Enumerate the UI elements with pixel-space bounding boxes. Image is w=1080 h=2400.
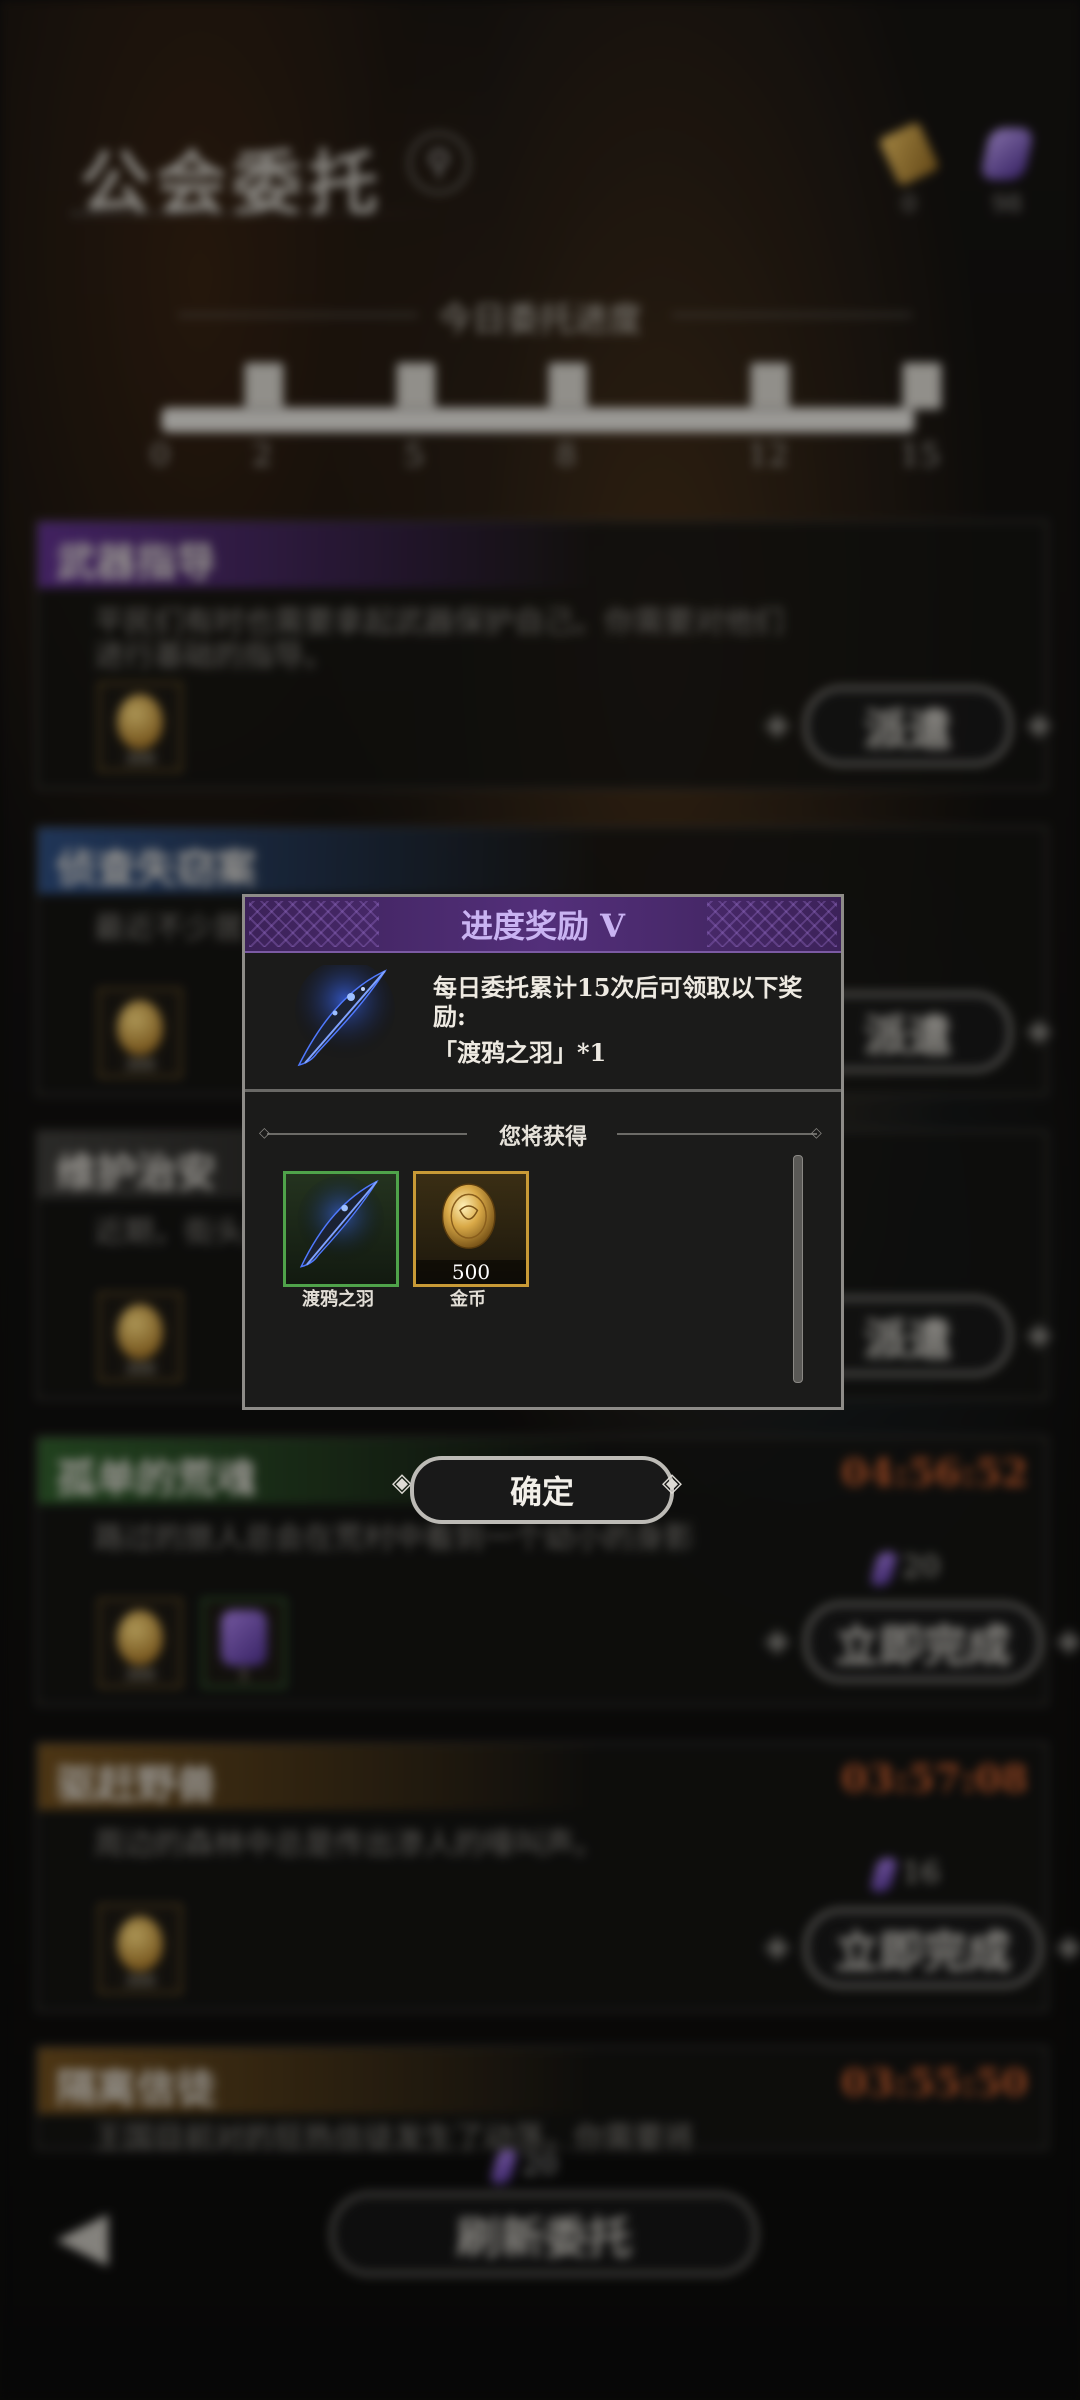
quest-card: 驱赶野兽 03:57:08 周边的森林中总是传出渗人的嚎叫声。 300 16 立… xyxy=(36,1742,1080,2012)
instant-complete-button[interactable]: 立即完成 xyxy=(764,1602,1080,1682)
quest-title: 侦查失窃案 xyxy=(56,845,256,892)
progress-tick: 12 xyxy=(747,436,789,474)
confirm-button[interactable]: 确定 xyxy=(410,1456,674,1524)
currency-crystal-value: 98 xyxy=(991,190,1023,218)
raven-feather-icon xyxy=(297,1175,385,1268)
dialog-item-line: 「渡鸦之羽」*1 xyxy=(433,1038,607,1067)
diamond-ornament-icon: ◈ xyxy=(392,1468,412,1498)
quest-description: 王国目前对的狂热信徒发生了动荡，你需要将 xyxy=(94,2121,694,2156)
reward-slot[interactable]: 300 xyxy=(98,682,182,772)
progress-bar xyxy=(162,408,914,432)
progress-chest-icon[interactable] xyxy=(750,362,790,410)
progress-tick: 5 xyxy=(403,436,425,474)
obtain-label: 您将获得 xyxy=(498,1124,587,1150)
progress-chest-icon[interactable] xyxy=(902,362,942,410)
progress-reward-dialog: 进度奖励 V 每日委托累计15次后可领取以下奖励: 「渡鸦之羽」*1 ◇ ◇ 您… xyxy=(242,894,844,1410)
quest-title: 维护治安 xyxy=(56,1149,216,1196)
currency-crystal: 98 xyxy=(972,128,1042,218)
quest-timer: 03:55:50 xyxy=(841,2060,1028,2105)
quest-title: 隔离信徒 xyxy=(56,2065,216,2112)
dialog-title: 进度奖励 V xyxy=(461,907,625,945)
gold-coin-icon xyxy=(117,1610,163,1666)
reward-slot[interactable]: 300 xyxy=(98,1904,182,1994)
reward-slot[interactable]: 300 xyxy=(98,988,182,1078)
refresh-quests-button[interactable]: 刷新委托 xyxy=(330,2192,758,2276)
purple-crystal-icon xyxy=(869,1552,899,1586)
gold-coin-icon xyxy=(441,1183,496,1249)
quest-description: 周边的森林中总是传出渗人的嚎叫声。 xyxy=(94,1827,604,1862)
dialog-description: 每日委托累计15次后可领取以下奖励: xyxy=(433,973,803,1031)
currency-scroll-value: 0 xyxy=(901,190,917,218)
purple-crystal-icon xyxy=(221,1610,267,1666)
progress-tick: 0 xyxy=(149,436,171,474)
instant-cost: 16 xyxy=(869,1856,940,1892)
purple-crystal-icon xyxy=(869,1858,899,1892)
quest-description: 路过的旅人总会在荒村中看到一个幼小的身影 xyxy=(94,1521,694,1556)
currency-scroll: 0 xyxy=(874,121,944,218)
purple-crystal-icon xyxy=(489,2149,519,2184)
dialog-header: 进度奖励 V xyxy=(245,897,841,953)
gold-coin-icon xyxy=(117,694,163,750)
quest-card: 隔离信徒 03:55:50 王国目前对的狂热信徒发生了动荡，你需要将 xyxy=(36,2046,1048,2156)
gold-coin-icon xyxy=(117,1916,163,1972)
scroll-ticket-icon xyxy=(878,121,940,187)
progress-chest-icon[interactable] xyxy=(548,362,588,410)
gold-coin-icon xyxy=(117,1000,163,1056)
gold-coin-icon xyxy=(117,1304,163,1360)
raven-feather-icon xyxy=(295,965,395,1067)
instant-cost: 20 xyxy=(869,1550,940,1586)
back-arrow-icon[interactable]: ◀ xyxy=(56,2196,108,2275)
reward-slot[interactable]: 300 xyxy=(98,1292,182,1382)
reward-item-amount: 500 xyxy=(416,1260,526,1284)
reward-item-name: 渡鸦之羽 xyxy=(302,1289,374,1310)
dispatch-button[interactable]: 派遣 xyxy=(764,686,1052,766)
reward-item-feather[interactable] xyxy=(283,1171,399,1287)
reward-slot[interactable]: 300 xyxy=(98,1598,182,1688)
reward-item-gold[interactable]: 500 xyxy=(413,1171,529,1287)
quest-timer: 04:56:52 xyxy=(841,1450,1028,1495)
quest-title: 孤单的荒魂 xyxy=(56,1455,256,1502)
refresh-cost: 20 xyxy=(489,2148,558,2184)
instant-complete-button[interactable]: 立即完成 xyxy=(764,1908,1080,1988)
progress-tick: 8 xyxy=(555,436,577,474)
search-icon[interactable]: ⚲ xyxy=(408,132,470,194)
quest-card: 武器指导 平民们有时也需要拿起武器保护自己。你需要对他们进行基础的指导。 300… xyxy=(36,520,1052,790)
header-pattern xyxy=(707,901,837,947)
quest-title: 武器指导 xyxy=(56,539,216,586)
reward-slot[interactable]: 1 xyxy=(202,1598,286,1688)
diamond-ornament-icon: ◈ xyxy=(662,1468,682,1498)
reward-list-scrollbar[interactable] xyxy=(793,1155,803,1383)
quest-title: 驱赶野兽 xyxy=(56,1761,216,1808)
progress-tick: 2 xyxy=(251,436,273,474)
quest-timer: 03:57:08 xyxy=(841,1756,1028,1801)
progress-chest-icon[interactable] xyxy=(244,362,284,410)
progress-title: 今日委托进度 xyxy=(438,300,642,340)
quest-description: 平民们有时也需要拿起武器保护自己。你需要对他们进行基础的指导。 xyxy=(94,605,784,674)
title-underline xyxy=(70,212,450,215)
purple-crystal-icon xyxy=(979,128,1035,180)
dialog-info-section: 每日委托累计15次后可领取以下奖励: 「渡鸦之羽」*1 xyxy=(245,953,841,1092)
reward-item-name: 金币 xyxy=(450,1289,486,1310)
progress-tick: 15 xyxy=(899,436,941,474)
progress-chest-icon[interactable] xyxy=(396,362,436,410)
header-pattern xyxy=(249,901,379,947)
